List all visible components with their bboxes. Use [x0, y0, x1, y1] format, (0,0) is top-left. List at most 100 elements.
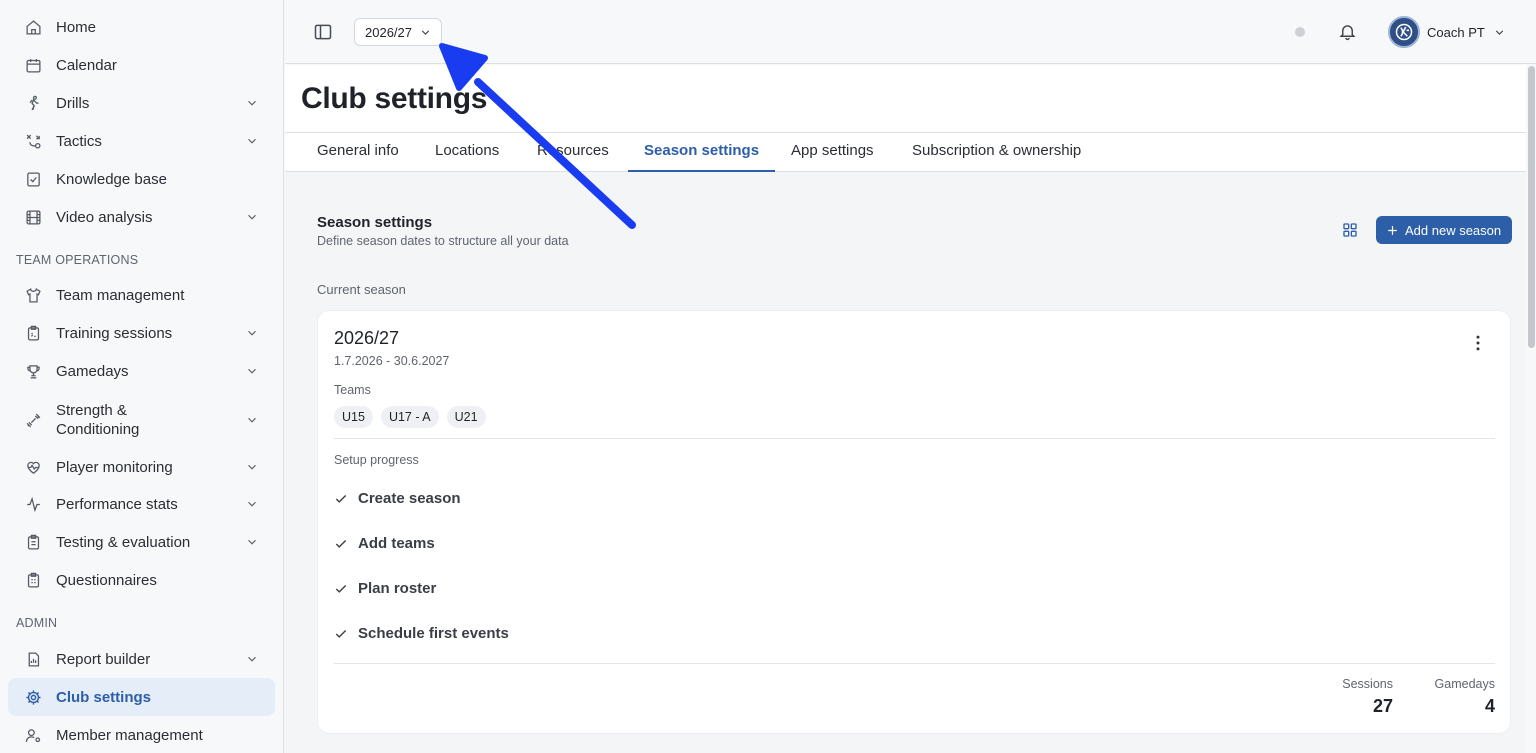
- club-logo-icon: [1395, 23, 1413, 41]
- tab-locations[interactable]: Locations: [419, 133, 515, 172]
- home-icon: [24, 18, 42, 36]
- sidebar-item-label: Performance stats: [56, 495, 178, 513]
- setup-step: Schedule first events: [334, 625, 509, 642]
- trophy-icon: [24, 362, 42, 380]
- calendar-icon: [24, 56, 42, 74]
- chevron-down-icon: [248, 464, 256, 470]
- user-settings-icon: [24, 726, 42, 744]
- sidebar-item-testing-evaluation[interactable]: Testing & evaluation: [8, 523, 275, 561]
- sidebar-item-knowledge-base[interactable]: Knowledge base: [8, 160, 275, 198]
- setup-progress-label: Setup progress: [334, 453, 419, 467]
- setup-step-label: Create season: [358, 490, 461, 507]
- section-title: Season settings: [317, 214, 433, 231]
- sidebar-item-questionnaires[interactable]: Questionnaires: [8, 561, 275, 599]
- running-icon: [24, 94, 42, 112]
- sidebar-item-report-builder[interactable]: Report builder: [8, 640, 275, 678]
- tab-season-settings[interactable]: Season settings: [628, 133, 776, 172]
- sidebar-item-member-management[interactable]: Member management: [8, 716, 275, 753]
- sidebar-item-tactics[interactable]: Tactics: [8, 122, 275, 160]
- sidebar-item-label: Club settings: [56, 688, 152, 706]
- chevron-down-icon: [248, 539, 256, 545]
- sidebar-toggle-icon[interactable]: [313, 22, 333, 42]
- sidebar-item-training-sessions[interactable]: Training sessions: [8, 314, 275, 352]
- section-subtitle: Define season dates to structure all you…: [317, 234, 569, 248]
- sidebar-item-video-analysis[interactable]: Video analysis: [8, 198, 275, 236]
- scrollbar-thumb[interactable]: [1528, 66, 1535, 348]
- sessions-label: Sessions: [1342, 677, 1393, 691]
- season-selector[interactable]: 2026/27: [354, 18, 442, 46]
- section-label-team-operations: TEAM OPERATIONS: [16, 253, 139, 267]
- tab-general-info[interactable]: General info: [301, 133, 415, 172]
- check-icon: [335, 629, 347, 638]
- sidebar-item-label: Gamedays: [56, 362, 129, 380]
- sidebar-item-label: Video analysis: [56, 208, 153, 226]
- check-icon: [335, 494, 347, 503]
- chevron-down-icon: [421, 30, 430, 35]
- sidebar: Home Calendar Drills Tactics Knowledge b…: [0, 0, 284, 753]
- tab-app-settings[interactable]: App settings: [775, 133, 890, 172]
- setup-step-label: Plan roster: [358, 580, 437, 597]
- check-icon: [335, 539, 347, 548]
- season-selector-value: 2026/27: [365, 24, 412, 40]
- sidebar-item-calendar[interactable]: Calendar: [8, 46, 275, 84]
- gamedays-stat: Gamedays 4: [1428, 677, 1495, 717]
- setup-step: Create season: [334, 490, 461, 507]
- plus-icon: [1388, 225, 1397, 235]
- current-season-card: 2026/27 1.7.2026 - 30.6.2027 Teams U15 U…: [317, 310, 1511, 734]
- chevron-down-icon: [1495, 29, 1503, 35]
- chevron-down-icon: [248, 501, 256, 507]
- chevron-down-icon: [248, 417, 256, 423]
- film-icon: [24, 208, 42, 226]
- sidebar-item-player-monitoring[interactable]: Player monitoring: [8, 448, 275, 486]
- tab-subscription-ownership[interactable]: Subscription & ownership: [896, 133, 1097, 172]
- teams-label: Teams: [334, 383, 371, 397]
- bell-icon[interactable]: [1338, 22, 1357, 41]
- team-chip: U15: [334, 406, 373, 428]
- section-label-admin: ADMIN: [16, 616, 58, 630]
- sidebar-item-home[interactable]: Home: [8, 8, 275, 46]
- sidebar-item-label: Testing & evaluation: [56, 533, 191, 551]
- clipboard-icon: [24, 324, 42, 342]
- sidebar-item-label: Training sessions: [56, 324, 173, 342]
- add-new-season-button[interactable]: Add new season: [1376, 216, 1512, 244]
- tactics-icon: [24, 132, 42, 150]
- season-dates: 1.7.2026 - 30.6.2027: [334, 354, 450, 368]
- knowledge-icon: [24, 170, 42, 188]
- grid-view-icon[interactable]: [1342, 222, 1358, 238]
- season-settings-panel: Season settings Define season dates to s…: [285, 172, 1526, 753]
- current-season-label: Current season: [317, 282, 406, 297]
- user-menu[interactable]: Coach PT: [1388, 16, 1506, 48]
- sessions-stat: Sessions 27: [1340, 677, 1393, 717]
- report-icon: [24, 650, 42, 668]
- sidebar-item-label: Tactics: [56, 132, 102, 150]
- setup-step: Plan roster: [334, 580, 436, 597]
- sidebar-item-team-management[interactable]: Team management: [8, 276, 275, 314]
- heart-pulse-icon: [24, 458, 42, 476]
- user-name: Coach PT: [1427, 24, 1485, 40]
- sidebar-item-club-settings[interactable]: Club settings: [8, 678, 275, 716]
- tab-resources[interactable]: Resources: [521, 133, 625, 172]
- sidebar-item-strength-conditioning[interactable]: Strength & Conditioning: [8, 398, 275, 442]
- shirt-icon: [24, 286, 42, 304]
- sidebar-item-performance-stats[interactable]: Performance stats: [8, 485, 275, 523]
- sidebar-item-label: Team management: [56, 286, 185, 304]
- season-name: 2026/27: [334, 328, 400, 348]
- sidebar-item-drills[interactable]: Drills: [8, 84, 275, 122]
- gamedays-value: 4: [1484, 696, 1495, 716]
- sidebar-item-label: Strength & Conditioning: [56, 402, 140, 438]
- sidebar-item-label: Report builder: [56, 650, 151, 668]
- chevron-down-icon: [248, 656, 256, 662]
- sessions-value: 27: [1372, 696, 1393, 716]
- status-dot: [1295, 27, 1305, 37]
- page-header: Club settings: [285, 65, 1526, 133]
- team-chips: U15 U17 - A U21: [334, 406, 486, 428]
- chevron-down-icon: [248, 330, 256, 336]
- team-chip: U21: [446, 406, 486, 428]
- sidebar-item-label: Player monitoring: [56, 458, 173, 476]
- checklist-icon: [24, 533, 42, 551]
- tab-bar: General info Locations Resources Season …: [285, 133, 1526, 172]
- sidebar-item-gamedays[interactable]: Gamedays: [8, 352, 275, 390]
- more-options-icon[interactable]: [1468, 333, 1488, 353]
- gamedays-label: Gamedays: [1434, 677, 1495, 691]
- sidebar-item-label: Calendar: [56, 56, 117, 74]
